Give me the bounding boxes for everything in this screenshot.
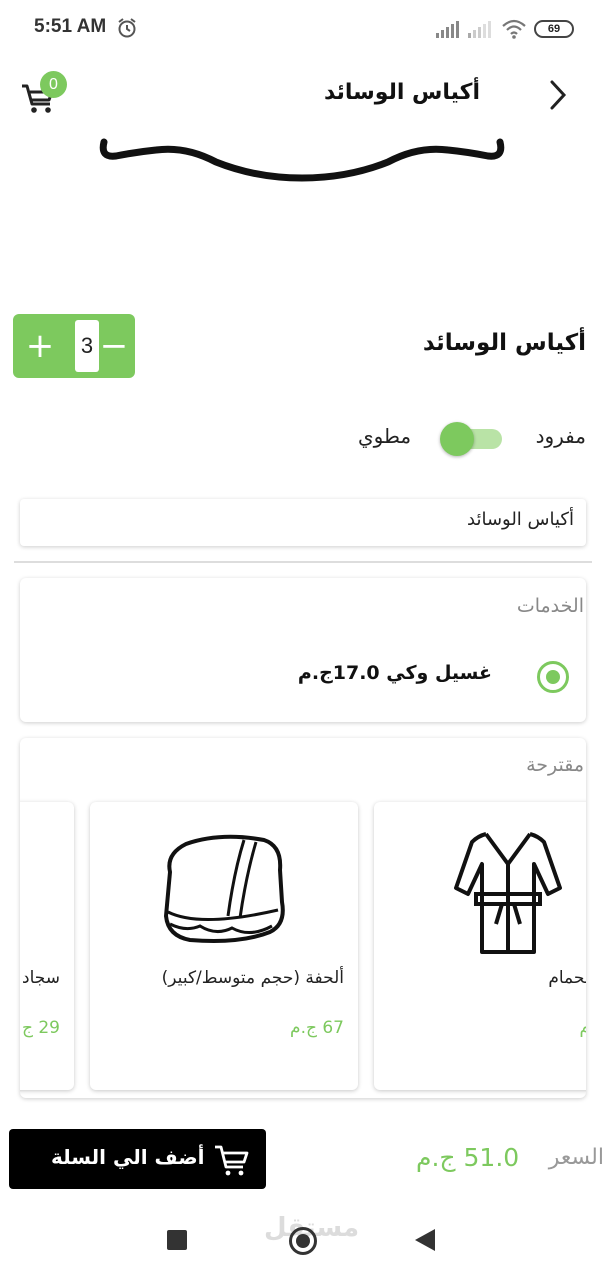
item-name-field[interactable]: أكياس الوسائد [20, 499, 586, 546]
back-button[interactable] [415, 1229, 435, 1251]
service-radio[interactable] [537, 661, 569, 693]
services-title: الخدمات [516, 595, 584, 617]
quantity-stepper: + 3 − [13, 314, 135, 378]
chevron-right-icon[interactable] [542, 78, 572, 112]
service-option-label: غسيل وكي 17.0ج.م [297, 662, 492, 684]
page-title: أكياس الوسائد [323, 80, 480, 105]
wifi-icon [502, 19, 526, 39]
add-to-cart-button[interactable]: أضف الي السلة [9, 1129, 266, 1189]
add-to-cart-label: أضف الي السلة [51, 1145, 205, 1169]
toggle-label-flat: مفرود [535, 424, 586, 448]
suggested-item[interactable]: لحمام م [374, 802, 586, 1090]
toggle-label-folded: مطوي [358, 424, 412, 448]
alarm-icon [118, 18, 136, 38]
home-icon [296, 1234, 310, 1248]
suggested-title: مقترحة [526, 754, 584, 776]
decrement-button[interactable]: − [97, 328, 131, 364]
suggested-item-name: لحمام [548, 968, 586, 988]
suggested-item-price: 67 ج.م [290, 1018, 344, 1038]
services-card: الخدمات غسيل وكي 17.0ج.م [20, 578, 586, 722]
price-label: السعر [548, 1145, 604, 1170]
suggested-item-price: م [579, 1018, 586, 1038]
toggle-thumb [440, 422, 474, 456]
total-price: 51.0 ج.م [416, 1143, 520, 1172]
divider [14, 561, 592, 563]
cart-count-badge: 0 [40, 71, 67, 98]
product-image [99, 138, 505, 182]
recents-button[interactable] [167, 1230, 187, 1250]
suggested-item-name: ألحفة (حجم متوسط/كبير) [161, 968, 344, 988]
product-name: أكياس الوسائد [422, 330, 586, 356]
home-button[interactable] [289, 1227, 317, 1255]
signal-weak-icon [468, 21, 491, 38]
cart-icon [215, 1145, 249, 1176]
suggested-item-price: 29 ج [21, 1018, 60, 1038]
quantity-value[interactable]: 3 [75, 320, 99, 372]
radio-selected-dot [546, 670, 560, 684]
suggested-item-name: سجاد [22, 968, 60, 988]
bathrobe-icon [454, 832, 562, 954]
folded-blanket-icon [164, 834, 285, 943]
suggested-item[interactable]: سجاد 29 ج [20, 802, 74, 1090]
increment-button[interactable]: + [23, 328, 57, 364]
suggested-section: مقترحة لحمام م ألحفة (حجم متوسط/كبير) 67… [20, 738, 586, 1098]
battery-icon: 69 [534, 20, 574, 38]
suggested-item[interactable]: ألحفة (حجم متوسط/كبير) 67 ج.م [90, 802, 358, 1090]
status-time: 5:51 AM [34, 16, 107, 37]
status-bar: 5:51 AM 69 [0, 0, 606, 60]
fold-toggle[interactable] [440, 422, 504, 456]
signal-icon [436, 21, 459, 38]
